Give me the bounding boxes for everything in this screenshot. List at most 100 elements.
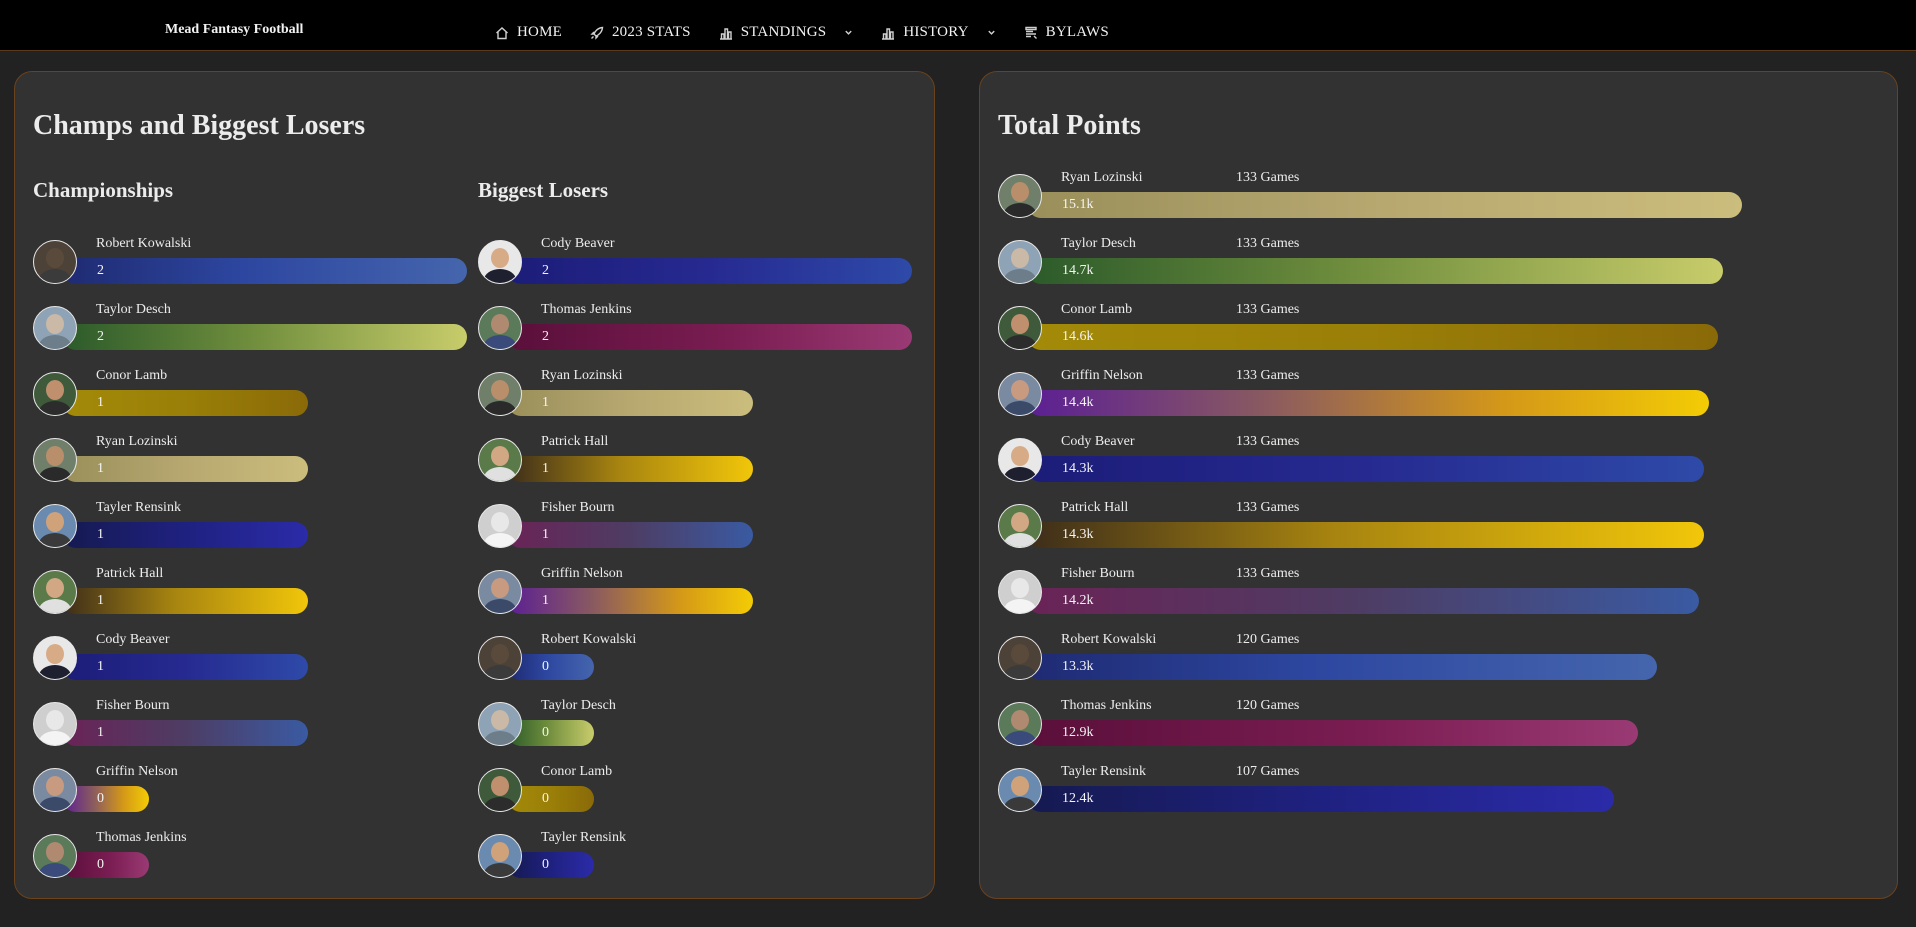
avatar-head bbox=[491, 710, 509, 730]
list-item[interactable]: Griffin Nelson 0 bbox=[33, 764, 473, 812]
avatar-head bbox=[46, 512, 64, 532]
avatar bbox=[478, 636, 522, 680]
games-count: 133 Games bbox=[1236, 302, 1300, 317]
avatar-body bbox=[484, 731, 516, 745]
list-item[interactable]: Robert Kowalski 120 Games 13.3k bbox=[998, 632, 1878, 680]
avatar-head bbox=[491, 512, 509, 532]
list-item[interactable]: Fisher Bourn 1 bbox=[33, 698, 473, 746]
list-item[interactable]: Ryan Lozinski 1 bbox=[33, 434, 473, 482]
value-bar: 1 bbox=[508, 390, 753, 416]
value-bar: 1 bbox=[63, 456, 308, 482]
avatar-body bbox=[484, 665, 516, 679]
player-name: Thomas Jenkins bbox=[541, 302, 632, 317]
list-item[interactable]: Tayler Rensink 0 bbox=[478, 830, 918, 878]
value-bar: 1 bbox=[63, 522, 308, 548]
list-item[interactable]: Conor Lamb 1 bbox=[33, 368, 473, 416]
list-item[interactable]: Ryan Lozinski 133 Games 15.1k bbox=[998, 170, 1878, 218]
nav-history[interactable]: HISTORY bbox=[881, 24, 995, 41]
games-count: 107 Games bbox=[1236, 764, 1300, 779]
player-name: Ryan Lozinski bbox=[541, 368, 623, 383]
player-name: Patrick Hall bbox=[1061, 500, 1129, 515]
avatar-body bbox=[1004, 335, 1036, 349]
avatar bbox=[478, 372, 522, 416]
chevron-down-icon bbox=[987, 30, 995, 35]
avatar-head bbox=[46, 710, 64, 730]
list-item[interactable]: Thomas Jenkins 0 bbox=[33, 830, 473, 878]
player-name: Fisher Bourn bbox=[541, 500, 615, 515]
list-item[interactable]: Fisher Bourn 1 bbox=[478, 500, 918, 548]
avatar-body bbox=[39, 401, 71, 415]
value-bar: 2 bbox=[508, 324, 912, 350]
nav-2023-stats[interactable]: 2023 STATS bbox=[590, 24, 691, 41]
player-name: Patrick Hall bbox=[96, 566, 164, 581]
brand-title[interactable]: Mead Fantasy Football bbox=[165, 22, 303, 38]
games-count: 133 Games bbox=[1236, 566, 1300, 581]
list-item[interactable]: Thomas Jenkins 120 Games 12.9k bbox=[998, 698, 1878, 746]
list-item[interactable]: Robert Kowalski 2 bbox=[33, 236, 473, 284]
player-name: Ryan Lozinski bbox=[1061, 170, 1143, 185]
bar-value: 14.7k bbox=[1062, 263, 1094, 278]
nav-bylaws[interactable]: BYLAWS bbox=[1024, 24, 1109, 41]
list-item[interactable]: Thomas Jenkins 2 bbox=[478, 302, 918, 350]
avatar bbox=[998, 372, 1042, 416]
games-count: 133 Games bbox=[1236, 368, 1300, 383]
list-item[interactable]: Ryan Lozinski 1 bbox=[478, 368, 918, 416]
games-count: 133 Games bbox=[1236, 170, 1300, 185]
games-count: 120 Games bbox=[1236, 632, 1300, 647]
avatar bbox=[33, 768, 77, 812]
avatar-body bbox=[1004, 731, 1036, 745]
bar-value: 0 bbox=[97, 857, 104, 872]
bar-value: 14.4k bbox=[1062, 395, 1094, 410]
player-name: Tayler Rensink bbox=[1061, 764, 1146, 779]
list-item[interactable]: Cody Beaver 1 bbox=[33, 632, 473, 680]
avatar bbox=[33, 306, 77, 350]
list-item[interactable]: Robert Kowalski 0 bbox=[478, 632, 918, 680]
avatar-body bbox=[1004, 467, 1036, 481]
player-name: Griffin Nelson bbox=[1061, 368, 1143, 383]
nav-home-label: HOME bbox=[517, 24, 562, 40]
player-name: Taylor Desch bbox=[1061, 236, 1136, 251]
nav-standings[interactable]: STANDINGS bbox=[719, 24, 854, 41]
value-bar: 1 bbox=[63, 720, 308, 746]
bar-value: 14.3k bbox=[1062, 461, 1094, 476]
list-item[interactable]: Cody Beaver 133 Games 14.3k bbox=[998, 434, 1878, 482]
list-item[interactable]: Taylor Desch 2 bbox=[33, 302, 473, 350]
list-item[interactable]: Conor Lamb 0 bbox=[478, 764, 918, 812]
avatar bbox=[478, 504, 522, 548]
top-nav: Mead Fantasy Football HOME 2023 STATS ST… bbox=[0, 0, 1916, 51]
list-item[interactable]: Fisher Bourn 133 Games 14.2k bbox=[998, 566, 1878, 614]
avatar-head bbox=[491, 842, 509, 862]
avatar-body bbox=[1004, 401, 1036, 415]
list-item[interactable]: Patrick Hall 133 Games 14.3k bbox=[998, 500, 1878, 548]
player-name: Fisher Bourn bbox=[96, 698, 170, 713]
avatar-head bbox=[46, 380, 64, 400]
avatar bbox=[33, 372, 77, 416]
avatar bbox=[33, 702, 77, 746]
avatar-head bbox=[1011, 644, 1029, 664]
list-item[interactable]: Griffin Nelson 133 Games 14.4k bbox=[998, 368, 1878, 416]
total-points-title: Total Points bbox=[998, 110, 1141, 141]
bar-chart-icon bbox=[882, 27, 895, 40]
nav-home[interactable]: HOME bbox=[495, 24, 562, 41]
nav-standings-label: STANDINGS bbox=[740, 24, 827, 40]
avatar-body bbox=[39, 533, 71, 547]
avatar-body bbox=[1004, 203, 1036, 217]
list-item[interactable]: Taylor Desch 0 bbox=[478, 698, 918, 746]
list-item[interactable]: Griffin Nelson 1 bbox=[478, 566, 918, 614]
list-item[interactable]: Cody Beaver 2 bbox=[478, 236, 918, 284]
avatar-body bbox=[39, 797, 71, 811]
list-item[interactable]: Patrick Hall 1 bbox=[33, 566, 473, 614]
list-item[interactable]: Taylor Desch 133 Games 14.7k bbox=[998, 236, 1878, 284]
avatar-head bbox=[46, 776, 64, 796]
avatar bbox=[33, 504, 77, 548]
avatar-body bbox=[484, 335, 516, 349]
list-item[interactable]: Tayler Rensink 1 bbox=[33, 500, 473, 548]
player-name: Fisher Bourn bbox=[1061, 566, 1135, 581]
list-item[interactable]: Tayler Rensink 107 Games 12.4k bbox=[998, 764, 1878, 812]
list-item[interactable]: Patrick Hall 1 bbox=[478, 434, 918, 482]
avatar-head bbox=[1011, 380, 1029, 400]
list-item[interactable]: Conor Lamb 133 Games 14.6k bbox=[998, 302, 1878, 350]
value-bar: 2 bbox=[63, 324, 467, 350]
avatar bbox=[998, 702, 1042, 746]
avatar-head bbox=[491, 644, 509, 664]
